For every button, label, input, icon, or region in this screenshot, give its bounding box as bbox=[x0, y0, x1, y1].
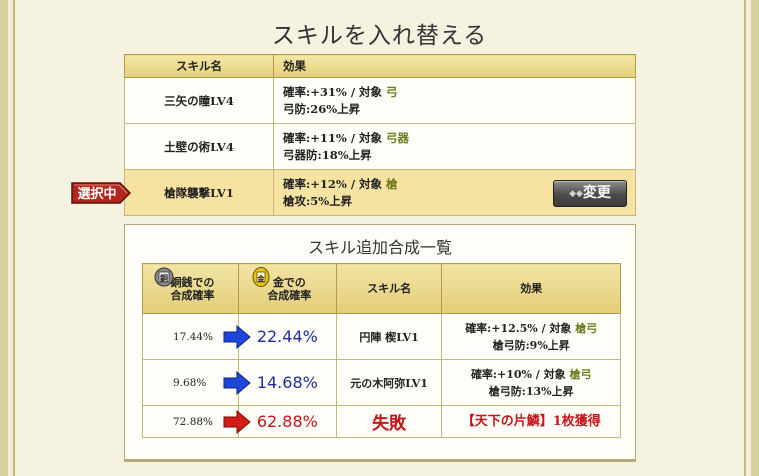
effect-detail: 槍弓防:13%上昇 bbox=[488, 384, 574, 398]
header-skill-name: スキル名 bbox=[124, 54, 274, 78]
gold-rate: 14.68% bbox=[237, 359, 337, 406]
arrow-right-icon bbox=[223, 370, 251, 395]
effect-detail: 弓器防:18%上昇 bbox=[283, 147, 372, 162]
gold-rate: 62.88% bbox=[237, 405, 337, 438]
copper-header-line1: 銅銭での bbox=[170, 275, 215, 289]
synthesis-panel: スキル追加合成一覧 銅 銅銭での 合成確率 金 金での 合成確率 スキル名 効果… bbox=[124, 224, 636, 462]
effect-target: 槍弓 bbox=[569, 367, 592, 381]
gold-header-line2: 合成確率 bbox=[267, 288, 312, 302]
synthesis-row: 9.68% 14.68% 元の木阿弥LV1 確率:+10% / 対象 槍弓 槍弓… bbox=[142, 359, 621, 406]
effect-rate: 確率:+11% / 対象 bbox=[283, 130, 387, 145]
skill-row-selected[interactable]: 槍隊襲撃LV1 確率:+12% / 対象 槍 槍攻:5%上昇 ◆◆変更 bbox=[124, 169, 636, 216]
copper-rate-cell: 9.68% bbox=[142, 359, 251, 406]
synthesis-title: スキル追加合成一覧 bbox=[307, 238, 452, 257]
change-button-label: 変更 bbox=[582, 185, 611, 201]
change-button[interactable]: ◆◆変更 bbox=[553, 180, 627, 207]
copper-coin-label: 銅 bbox=[160, 273, 168, 283]
effect-detail: 弓防:26%上昇 bbox=[283, 101, 361, 116]
ornament-left-icon: ◆◆ bbox=[569, 189, 583, 199]
current-skills-table: スキル名 効果 三矢の瞳LV4 確率:+31% / 対象 弓 弓防:26%上昇 … bbox=[124, 54, 636, 216]
header-skill-name: スキル名 bbox=[335, 263, 443, 314]
gold-coin-icon: 金 bbox=[252, 266, 270, 287]
skill-name: 土壁の術LV4 bbox=[124, 123, 274, 170]
skill-row[interactable]: 三矢の瞳LV4 確率:+31% / 対象 弓 弓防:26%上昇 bbox=[124, 77, 636, 124]
effect-target: 弓 bbox=[386, 84, 398, 99]
result-effect: 確率:+12.5% / 対象 槍弓 槍弓防:9%上昇 bbox=[441, 313, 621, 360]
effect-rate: 確率:+31% / 対象 bbox=[283, 84, 387, 99]
effect-detail: 槍弓防:9%上昇 bbox=[492, 338, 570, 352]
synthesis-table: 銅 銅銭での 合成確率 金 金での 合成確率 スキル名 効果 17.44% 22… bbox=[142, 263, 621, 438]
skill-name: 槍隊襲撃LV1 bbox=[124, 169, 274, 216]
copper-coin-icon: 銅 bbox=[154, 267, 174, 286]
page-title: スキルを入れ替える bbox=[271, 23, 488, 49]
copper-rate-cell: 17.44% bbox=[142, 313, 251, 360]
synthesis-row-failure: 72.88% 62.88% 失敗 【天下の片鱗】1枚獲得 bbox=[142, 405, 621, 438]
arrow-right-icon bbox=[223, 324, 251, 349]
result-effect: 【天下の片鱗】1枚獲得 bbox=[441, 405, 621, 438]
skill-effect: 確率:+12% / 対象 槍 槍攻:5%上昇 ◆◆変更 bbox=[273, 169, 636, 216]
result-skill-name: 円陣 楔LV1 bbox=[335, 313, 443, 360]
skill-effect: 確率:+31% / 対象 弓 弓防:26%上昇 bbox=[273, 77, 636, 124]
result-skill-name: 元の木阿弥LV1 bbox=[335, 359, 443, 406]
header-gold-rate: 金 金での 合成確率 bbox=[237, 263, 337, 314]
arrow-right-icon bbox=[223, 409, 251, 434]
effect-rate: 確率:+10% / 対象 bbox=[470, 367, 570, 381]
copper-rate: 9.68% bbox=[173, 376, 207, 389]
copper-rate-cell: 72.88% bbox=[142, 405, 251, 438]
header-effect: 効果 bbox=[273, 54, 636, 78]
result-effect: 確率:+10% / 対象 槍弓 槍弓防:13%上昇 bbox=[441, 359, 621, 406]
header-copper-rate: 銅 銅銭での 合成確率 bbox=[142, 263, 239, 314]
effect-target: 槍弓 bbox=[575, 321, 598, 335]
gold-coin-label: 金 bbox=[257, 274, 266, 283]
selected-badge-label: 選択中 bbox=[77, 186, 116, 202]
result-skill-name: 失敗 bbox=[335, 405, 443, 438]
selected-badge: 選択中 bbox=[71, 182, 132, 204]
effect-rate: 確率:+12% / 対象 bbox=[283, 176, 387, 191]
effect-target: 弓器 bbox=[386, 130, 410, 145]
skill-row[interactable]: 土壁の術LV4 確率:+11% / 対象 弓器 弓器防:18%上昇 bbox=[124, 123, 636, 170]
effect-detail: 槍攻:5%上昇 bbox=[283, 193, 353, 208]
header-effect: 効果 bbox=[441, 263, 621, 314]
gold-header-line1: 金での bbox=[272, 275, 306, 289]
copper-header-line2: 合成確率 bbox=[170, 288, 215, 302]
gold-rate: 22.44% bbox=[237, 313, 337, 360]
skill-effect: 確率:+11% / 対象 弓器 弓器防:18%上昇 bbox=[273, 123, 636, 170]
effect-rate: 確率:+12.5% / 対象 bbox=[465, 321, 576, 335]
synthesis-row: 17.44% 22.44% 円陣 楔LV1 確率:+12.5% / 対象 槍弓 … bbox=[142, 313, 621, 360]
skill-name: 三矢の瞳LV4 bbox=[124, 77, 274, 124]
copper-rate: 72.88% bbox=[173, 415, 214, 428]
effect-target: 槍 bbox=[386, 176, 398, 191]
copper-rate: 17.44% bbox=[173, 330, 214, 343]
